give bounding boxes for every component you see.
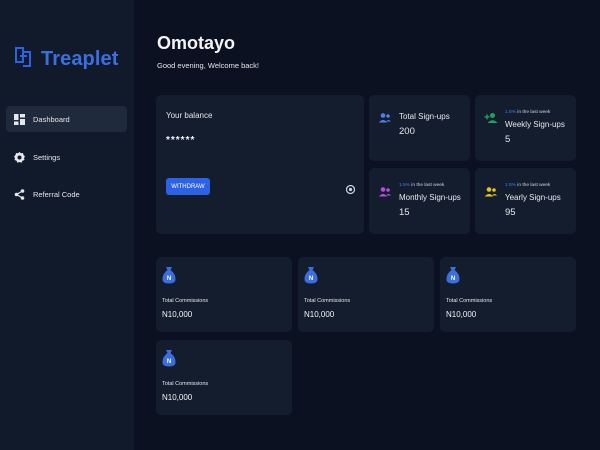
- sidebar-item-label: Dashboard: [33, 114, 70, 124]
- bag-symbol: N: [309, 276, 313, 282]
- sidebar: Treaplet Dashboard Settings Referral Cod…: [0, 0, 134, 450]
- stat-label: Monthly Sign-ups: [399, 193, 461, 202]
- balance-card: Your balance ****** WITHDRAW: [156, 95, 364, 234]
- stat-note: 1.5% in the last week: [505, 110, 550, 115]
- stat-label: Weekly Sign-ups: [505, 120, 565, 129]
- sidebar-item-label: Settings: [33, 152, 61, 162]
- commission-value: N10,000: [162, 393, 193, 402]
- sidebar-item-dashboard[interactable]: Dashboard: [6, 106, 127, 132]
- app-name: Treaplet: [41, 48, 119, 70]
- sidebar-item-referral-code[interactable]: Referral Code: [6, 181, 127, 207]
- stat-note-percent: 1.5%: [399, 183, 410, 188]
- page-title: Omotayo: [157, 33, 236, 53]
- commission-value: N10,000: [304, 310, 335, 319]
- commission-card: N Total Commissions N10,000: [156, 340, 292, 415]
- stat-note-text: in the last week: [409, 183, 445, 188]
- money-bag-icon: N: [162, 349, 176, 367]
- users-icon: [378, 111, 392, 125]
- commission-value: N10,000: [162, 310, 193, 319]
- stat-note-text: in the last week: [515, 183, 551, 188]
- money-bag-icon: N: [162, 266, 176, 284]
- stat-value: 15: [399, 207, 410, 218]
- logo[interactable]: Treaplet: [14, 45, 119, 74]
- main-content: Omotayo Good evening, Welcome back! Your…: [134, 0, 600, 450]
- balance-title: Your balance: [166, 111, 213, 120]
- commission-card: N Total Commissions N10,000: [298, 257, 434, 332]
- balance-value: ******: [166, 135, 196, 146]
- commission-value: N10,000: [446, 310, 477, 319]
- stat-card-monthly-signups: 1.5% in the last week Monthly Sign-ups 1…: [369, 168, 470, 234]
- money-bag-icon: N: [304, 266, 318, 284]
- commission-label: Total Commissions: [446, 298, 493, 304]
- stat-card-total-signups: Total Sign-ups 200: [369, 95, 470, 161]
- stat-note-percent: 1.5%: [505, 110, 516, 115]
- money-bag-icon: N: [446, 266, 460, 284]
- stat-note: 1.5% in the last week: [399, 183, 444, 188]
- users-icon: [378, 185, 392, 199]
- withdraw-button[interactable]: WITHDRAW: [166, 178, 210, 195]
- gear-icon: [14, 151, 25, 163]
- stat-card-weekly-signups: 1.5% in the last week Weekly Sign-ups 5: [475, 95, 576, 161]
- stat-card-yearly-signups: 1.5% in the last week Yearly Sign-ups 95: [475, 168, 576, 234]
- dashboard-icon: [14, 113, 25, 125]
- eye-icon[interactable]: [345, 181, 356, 195]
- stat-note-percent: 1.5%: [505, 183, 516, 188]
- bag-symbol: N: [451, 276, 455, 282]
- users-icon: [484, 185, 498, 199]
- bag-symbol: N: [167, 359, 171, 365]
- user-add-icon: [484, 111, 498, 125]
- stat-value: 200: [399, 126, 415, 137]
- logo-icon: [14, 45, 34, 74]
- share-icon: [14, 188, 25, 200]
- commission-label: Total Commissions: [304, 298, 351, 304]
- stat-value: 95: [505, 207, 516, 218]
- sidebar-item-settings[interactable]: Settings: [6, 144, 127, 170]
- stat-label: Total Sign-ups: [399, 112, 450, 121]
- stat-note-text: in the last week: [515, 110, 551, 115]
- commission-card: N Total Commissions N10,000: [440, 257, 576, 332]
- commission-card: N Total Commissions N10,000: [156, 257, 292, 332]
- greeting-subtitle: Good evening, Welcome back!: [157, 61, 260, 70]
- stat-note: 1.5% in the last week: [505, 183, 550, 188]
- sidebar-item-label: Referral Code: [33, 189, 80, 199]
- stat-value: 5: [505, 134, 511, 145]
- commission-label: Total Commissions: [162, 381, 209, 387]
- bag-symbol: N: [167, 276, 171, 282]
- stat-label: Yearly Sign-ups: [505, 193, 561, 202]
- commission-label: Total Commissions: [162, 298, 209, 304]
